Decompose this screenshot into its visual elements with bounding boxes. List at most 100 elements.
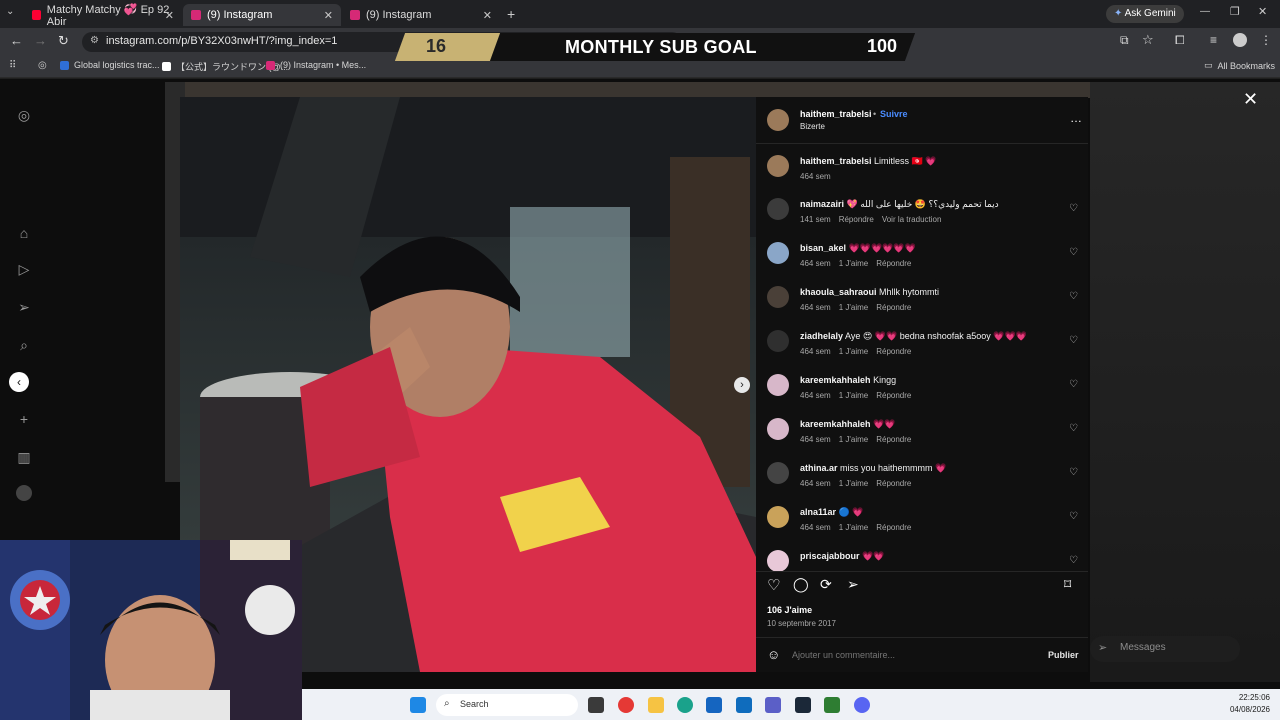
commenter-avatar[interactable] [767,198,789,220]
caption-avatar[interactable] [767,155,789,177]
discord-icon[interactable] [854,697,870,713]
commenter-avatar[interactable] [767,462,789,484]
comment-username[interactable]: kareemkahhaleh [800,419,871,429]
apps-grid-icon[interactable]: ⠿ [9,60,16,71]
chrome-icon[interactable] [618,697,634,713]
translate-link[interactable]: Voir la traduction [882,215,942,224]
bookmark-item[interactable]: Global logistics trac... [60,60,160,70]
back-icon[interactable]: ← [10,33,23,48]
close-window-icon[interactable]: ✕ [1258,5,1267,18]
extensions-icon[interactable]: ⧠ [1175,33,1185,48]
home-icon[interactable]: ⌂ [16,225,32,241]
comment-like-icon[interactable]: ♡ [1069,555,1078,566]
comment-username[interactable]: naimazairi [800,199,844,209]
comment-username[interactable]: alna11ar [800,507,836,517]
comment-bubble-icon[interactable]: ◯ [793,576,809,593]
comment-like-icon[interactable]: ♡ [1069,423,1078,434]
bookmark-star-icon[interactable]: ☆ [1142,32,1154,48]
tab-instagram[interactable]: (9) Instagram ✕ [342,4,500,26]
comment-username[interactable]: bisan_akel [800,243,846,253]
new-tab-icon[interactable]: + [507,6,515,22]
bookmark-item[interactable]: (9) Instagram • Mes... [266,60,366,70]
comment-like-count[interactable]: 1 J'aime [839,259,869,268]
comment-like-icon[interactable]: ♡ [1069,379,1078,390]
app-icon[interactable] [824,697,840,713]
reply-button[interactable]: Répondre [876,435,911,444]
comment-username[interactable]: khaoula_sahraoui [800,287,877,297]
tab-search-icon[interactable]: ⌄ [6,6,14,17]
comment-username[interactable]: athina.ar [800,463,838,473]
close-tab-icon[interactable]: ✕ [483,9,492,22]
profile-icon[interactable] [16,485,32,501]
comment-like-icon[interactable]: ♡ [1069,511,1078,522]
emoji-icon[interactable]: ☺ [767,647,780,662]
like-count[interactable]: 106 J'aime [767,605,812,615]
forward-icon[interactable]: → [34,33,47,48]
restore-icon[interactable]: ❐ [1230,5,1240,18]
comment-like-icon[interactable]: ♡ [1069,467,1078,478]
comment-like-count[interactable]: 1 J'aime [839,391,869,400]
post-location[interactable]: Bizerte [800,122,825,131]
comment-username[interactable]: ziadhelaly [800,331,843,341]
comment-like-count[interactable]: 1 J'aime [839,479,869,488]
close-icon[interactable]: ✕ [1243,89,1258,110]
comment-username[interactable]: priscajabbour [800,551,860,561]
commenter-avatar[interactable] [767,506,789,528]
save-bookmark-icon[interactable]: ⌑ [1064,576,1071,593]
reply-button[interactable]: Répondre [839,215,874,224]
steam-icon[interactable] [795,697,811,713]
profile-avatar[interactable] [1233,33,1247,47]
tab-media-icon[interactable]: ≡ [1210,33,1217,47]
caption-username[interactable]: haithem_trabelsi [800,156,872,166]
reels-icon[interactable]: ▷ [16,261,32,277]
messages-icon[interactable]: ➢ [16,299,32,315]
minimize-icon[interactable]: — [1200,6,1210,17]
store-icon[interactable] [706,697,722,713]
close-tab-icon[interactable]: ✕ [324,9,333,22]
comment-username[interactable]: kareemkahhaleh [800,375,871,385]
author-avatar[interactable] [767,109,789,131]
instagram-logo-icon[interactable]: ◎ [16,107,32,123]
messages-pill[interactable]: ➢ Messages [1090,636,1240,662]
commenter-avatar[interactable] [767,330,789,352]
globe-icon[interactable]: ◎ [38,60,47,71]
comment-like-count[interactable]: 1 J'aime [839,435,869,444]
publish-button[interactable]: Publier [1048,650,1079,660]
follow-button[interactable]: Suivre [880,109,908,119]
file-explorer-icon[interactable] [648,697,664,713]
commenter-avatar[interactable] [767,374,789,396]
comment-like-count[interactable]: 1 J'aime [839,347,869,356]
site-info-icon[interactable]: ⚙ [90,35,99,46]
reply-button[interactable]: Répondre [876,479,911,488]
reload-icon[interactable]: ↻ [58,33,69,49]
ask-gemini-button[interactable]: ✦ Ask Gemini [1106,5,1184,23]
comment-like-icon[interactable]: ♡ [1069,203,1078,214]
repost-icon[interactable]: ⟳ [820,576,832,593]
comment-like-count[interactable]: 1 J'aime [839,303,869,312]
reply-button[interactable]: Répondre [876,347,911,356]
all-bookmarks-button[interactable]: ▭ All Bookmarks [1204,60,1275,71]
commenter-avatar[interactable] [767,286,789,308]
task-view-icon[interactable] [588,697,604,713]
author-username[interactable]: haithem_trabelsi [800,109,872,119]
taskbar-search[interactable]: ⌕ Search [436,694,578,716]
comment-like-icon[interactable]: ♡ [1069,291,1078,302]
install-app-icon[interactable]: ⧉ [1120,33,1129,48]
menu-kebab-icon[interactable]: ⋮ [1260,33,1272,47]
edge-icon[interactable] [677,697,693,713]
share-send-icon[interactable]: ➢ [847,576,859,593]
windows-start-icon[interactable] [410,697,426,713]
dashboard-icon[interactable]: ▥ [16,449,32,465]
reply-button[interactable]: Répondre [876,259,911,268]
more-options-icon[interactable]: … [1070,111,1082,125]
comment-like-icon[interactable]: ♡ [1069,335,1078,346]
add-comment-input[interactable] [792,647,1032,663]
comment-like-icon[interactable]: ♡ [1069,247,1078,258]
commenter-avatar[interactable] [767,242,789,264]
next-image-button[interactable]: › [734,377,750,393]
reply-button[interactable]: Répondre [876,523,911,532]
tab-instagram-active[interactable]: (9) Instagram ✕ [183,4,341,26]
tab-youtube[interactable]: Matchy Matchy 💞 Ep 92 Abir ✕ [24,4,182,28]
search-icon[interactable]: ⌕ [16,337,32,353]
create-icon[interactable]: + [16,411,32,427]
